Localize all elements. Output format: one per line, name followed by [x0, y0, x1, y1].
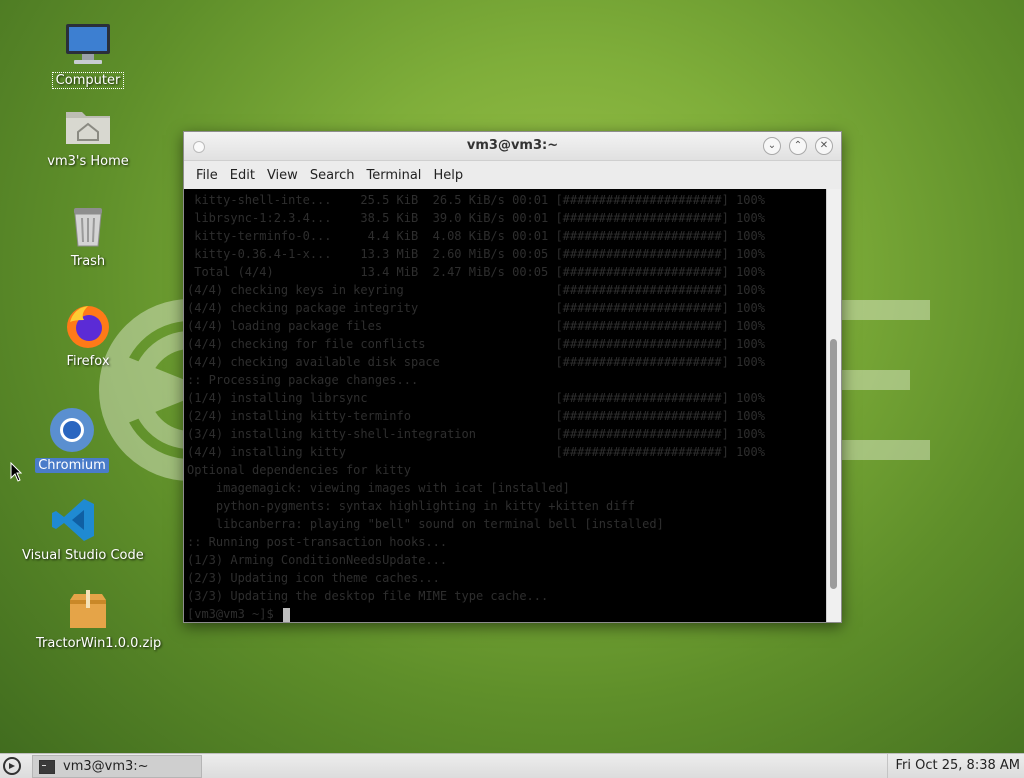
terminal-line: libcanberra: playing "bell" sound on ter… [187, 517, 664, 531]
terminal-line: (1/3) Arming ConditionNeedsUpdate... [187, 553, 448, 567]
terminal-line: (3/4) installing kitty-shell-integration… [187, 427, 765, 441]
menu-edit[interactable]: Edit [224, 168, 261, 183]
start-menu-icon[interactable] [1, 755, 23, 777]
terminal-line: kitty-0.36.4-1-x... 13.3 MiB 2.60 MiB/s … [187, 247, 765, 261]
desktop-icon-label: Visual Studio Code [22, 548, 144, 563]
terminal-line: (2/3) Updating icon theme caches... [187, 571, 440, 585]
desktop-icon-label: Computer [51, 72, 125, 89]
clock[interactable]: Fri Oct 25, 8:38 AM [886, 754, 1024, 778]
home-folder-icon [64, 102, 112, 150]
terminal-line: kitty-shell-inte... 25.5 KiB 26.5 KiB/s … [187, 193, 765, 207]
desktop-icon-vscode[interactable]: Visual Studio Code [19, 496, 144, 563]
terminal-line: (4/4) checking package integrity [######… [187, 301, 765, 315]
terminal-scrollbar[interactable] [826, 189, 841, 622]
computer-icon [64, 20, 112, 68]
desktop-icon-trash[interactable]: Trash [33, 202, 143, 269]
terminal-line: (3/3) Updating the desktop file MIME typ… [187, 589, 549, 603]
terminal-line: (4/4) installing kitty [################… [187, 445, 765, 459]
menu-file[interactable]: File [190, 168, 224, 183]
desktop-icon-firefox[interactable]: Firefox [33, 302, 143, 369]
close-button[interactable]: ✕ [815, 137, 833, 155]
window-titlebar[interactable]: vm3@vm3:~ ⌄ ⌃ ✕ [184, 132, 841, 161]
terminal-cursor [282, 607, 290, 622]
firefox-icon [64, 302, 112, 350]
window-title: vm3@vm3:~ [466, 138, 559, 153]
terminal-line: (1/4) installing librsync [#############… [187, 391, 765, 405]
desktop-icon-label: vm3's Home [47, 154, 129, 169]
desktop-icon-computer[interactable]: Computer [33, 20, 143, 89]
terminal-icon [39, 759, 55, 774]
menubar: File Edit View Search Terminal Help [184, 161, 841, 190]
desktop-icon-label: TractorWin1.0.0.zip [36, 636, 162, 651]
desktop-icon-label: Firefox [66, 354, 110, 369]
terminal-line: Total (4/4) 13.4 MiB 2.47 MiB/s 00:05 [#… [187, 265, 765, 279]
trash-icon [64, 202, 112, 250]
chromium-icon [48, 406, 96, 454]
taskbar-item-label: vm3@vm3:~ [63, 759, 149, 774]
terminal-line: Optional dependencies for kitty [187, 463, 411, 477]
desktop-icon-chromium[interactable]: Chromium [17, 406, 127, 473]
terminal-line: :: Running post-transaction hooks... [187, 535, 448, 549]
menu-view[interactable]: View [261, 168, 304, 183]
scrollbar-thumb[interactable] [830, 339, 837, 589]
menu-help[interactable]: Help [427, 168, 469, 183]
terminal-line: (4/4) checking for file conflicts [#####… [187, 337, 765, 351]
terminal-line: (2/4) installing kitty-terminfo [#######… [187, 409, 765, 423]
terminal-output[interactable]: kitty-shell-inte... 25.5 KiB 26.5 KiB/s … [184, 189, 827, 622]
taskbar: vm3@vm3:~ Fri Oct 25, 8:38 AM [0, 753, 1024, 778]
terminal-line: python-pygments: syntax highlighting in … [187, 499, 635, 513]
vscode-icon [50, 496, 98, 544]
terminal-line: (4/4) loading package files [###########… [187, 319, 765, 333]
terminal-line: imagemagick: viewing images with icat [i… [187, 481, 570, 495]
terminal-line: (4/4) checking available disk space [###… [187, 355, 765, 369]
desktop-icon-home[interactable]: vm3's Home [33, 102, 143, 169]
maximize-button[interactable]: ⌃ [789, 137, 807, 155]
terminal-window[interactable]: vm3@vm3:~ ⌄ ⌃ ✕ File Edit View Search Te… [183, 131, 842, 623]
archive-file-icon [64, 584, 112, 632]
minimize-button[interactable]: ⌄ [763, 137, 781, 155]
mouse-pointer-icon [10, 462, 22, 482]
terminal-line: [vm3@vm3 ~]$ [187, 605, 827, 622]
terminal-line: librsync-1:2.3.4... 38.5 KiB 39.0 KiB/s … [187, 211, 765, 225]
menu-search[interactable]: Search [304, 168, 361, 183]
taskbar-item-terminal[interactable]: vm3@vm3:~ [32, 755, 202, 778]
desktop-icon-zip[interactable]: TractorWin1.0.0.zip [33, 584, 161, 651]
menu-terminal[interactable]: Terminal [360, 168, 427, 183]
terminal-line: (4/4) checking keys in keyring [########… [187, 283, 765, 297]
terminal-line: :: Processing package changes... [187, 373, 419, 387]
desktop-icon-label: Trash [70, 254, 106, 269]
desktop-icon-label: Chromium [35, 458, 109, 473]
terminal-line: kitty-terminfo-0... 4.4 KiB 4.08 KiB/s 0… [187, 229, 765, 243]
